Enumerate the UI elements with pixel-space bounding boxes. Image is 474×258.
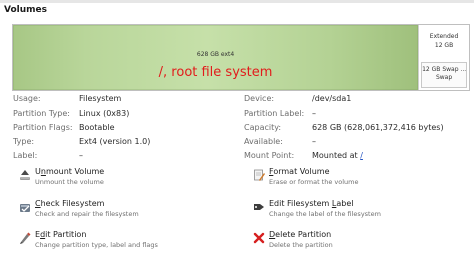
available-label: Available:	[244, 137, 283, 146]
partition-type-label: Partition Type:	[13, 109, 70, 118]
check-filesystem-desc: Check and repair the filesystem	[35, 210, 139, 218]
delete-partition-action[interactable]: Delete Partition Delete the partition	[253, 229, 453, 255]
label-value: –	[79, 151, 83, 160]
edit-partition-desc: Change partition type, label and flags	[35, 241, 158, 249]
unmount-volume-desc: Unmount the volume	[35, 178, 104, 186]
label-label: Label:	[13, 151, 38, 160]
capacity-label: Capacity:	[244, 123, 282, 132]
top-strip	[0, 0, 474, 3]
edit-label-icon	[254, 204, 264, 210]
section-title: Volumes	[4, 5, 47, 15]
mount-point-link[interactable]: /	[360, 151, 363, 160]
partition-flags-value: Bootable	[79, 123, 115, 132]
partition-flags-label: Partition Flags:	[13, 123, 73, 132]
edit-partition-title: Edit Partition	[35, 230, 87, 239]
swap-type: Swap	[435, 74, 453, 81]
swap-size: 12 GB Swap ...	[422, 66, 467, 73]
unmount-icon	[20, 170, 30, 180]
edit-filesystem-label-desc: Change the label of the filesystem	[269, 210, 381, 218]
extended-type: Extended	[429, 33, 459, 40]
delete-partition-icon	[253, 232, 265, 244]
type-label: Type:	[13, 137, 35, 146]
partition-label-value: –	[312, 109, 316, 118]
root-partition-title: /, root file system	[158, 65, 273, 80]
check-filesystem-icon	[20, 204, 30, 212]
edit-partition-action[interactable]: Edit Partition Change partition type, la…	[19, 229, 219, 255]
available-value: –	[312, 137, 316, 146]
extended-size: 12 GB	[434, 42, 454, 49]
root-partition-block[interactable]: 628 GB ext4 /, root file system	[13, 25, 419, 90]
partition-type-value: Linux (0x83)	[79, 109, 130, 118]
extended-partition-label: Extended 12 GB	[419, 32, 469, 50]
mount-point-text: Mounted at	[312, 151, 358, 160]
edit-partition-icon	[20, 232, 31, 244]
extended-partition-block[interactable]: Extended 12 GB 12 GB Swap ... Swap	[418, 25, 469, 90]
check-filesystem-action[interactable]: Check Filesystem Check and repair the fi…	[19, 198, 219, 224]
root-partition-size: 628 GB ext4	[196, 51, 235, 58]
format-volume-action[interactable]: Format Volume Erase or format the volume	[253, 166, 453, 192]
device-label: Device:	[244, 94, 275, 103]
capacity-value: 628 GB (628,061,372,416 bytes)	[312, 123, 444, 132]
edit-filesystem-label-action[interactable]: Edit Filesystem Label Change the label o…	[253, 198, 453, 224]
partition-label-label: Partition Label:	[244, 109, 305, 118]
type-value: Ext4 (version 1.0)	[79, 137, 151, 146]
mount-point-label: Mount Point:	[244, 151, 295, 160]
edit-filesystem-label-title: Edit Filesystem Label	[269, 199, 354, 208]
usage-label: Usage:	[13, 94, 41, 103]
volumes-map: 628 GB ext4 /, root file system Extended…	[12, 24, 470, 91]
usage-value: Filesystem	[79, 94, 122, 103]
delete-partition-desc: Delete the partition	[269, 241, 333, 249]
format-volume-desc: Erase or format the volume	[269, 178, 359, 186]
device-value: /dev/sda1	[312, 94, 352, 103]
format-volume-title: Format Volume	[269, 167, 330, 176]
delete-partition-title: Delete Partition	[269, 230, 332, 239]
mount-point-value: Mounted at /	[312, 151, 363, 160]
check-filesystem-title: Check Filesystem	[35, 199, 105, 208]
swap-partition-block[interactable]: 12 GB Swap ... Swap	[421, 62, 467, 88]
unmount-volume-title: Unmount Volume	[35, 167, 105, 176]
unmount-volume-action[interactable]: Unmount Volume Unmount the volume	[19, 166, 219, 192]
format-icon	[254, 169, 265, 181]
